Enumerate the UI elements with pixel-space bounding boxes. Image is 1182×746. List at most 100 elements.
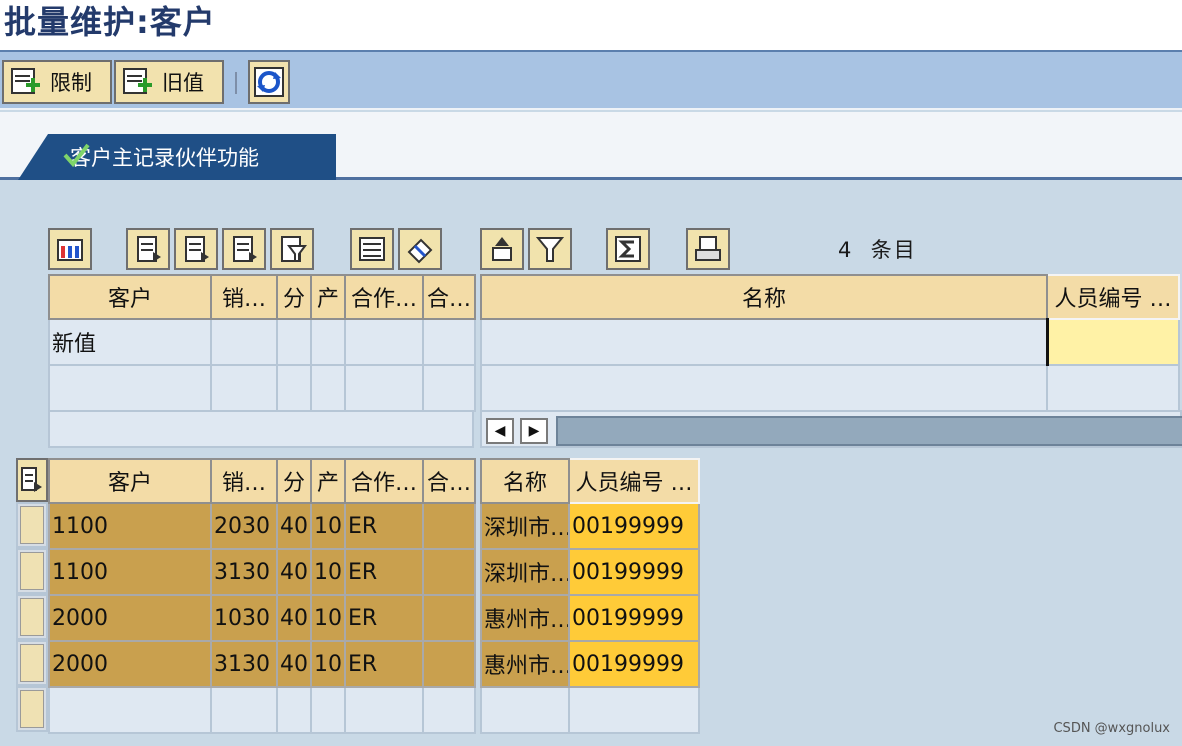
- grid-toolbar-group-2: [126, 228, 314, 270]
- table-row[interactable]: 2000 3130 40 10 ER: [48, 640, 476, 688]
- column-header-product[interactable]: 产: [310, 274, 346, 320]
- filter-button[interactable]: [528, 228, 572, 270]
- watermark: CSDN @wxgnolux: [1053, 721, 1170, 736]
- personnel-no-cell: [568, 686, 700, 734]
- print-icon: [695, 236, 721, 261]
- distribution-cell: 40: [276, 502, 312, 550]
- row-selector[interactable]: [16, 502, 48, 548]
- partner-cell: [422, 502, 476, 550]
- row-selector[interactable]: [16, 594, 48, 640]
- grid-toolbar-group-1: [48, 228, 92, 270]
- column-header-personnel-no[interactable]: 人员编号 …: [1046, 274, 1180, 320]
- column-header-distribution[interactable]: 分: [276, 274, 312, 320]
- row-selector[interactable]: [16, 640, 48, 686]
- personnel-no-input[interactable]: [1045, 318, 1180, 366]
- table-row[interactable]: 深圳市… 00199999: [480, 502, 700, 550]
- tab-partner-functions[interactable]: 客户主记录伙伴功能: [18, 134, 336, 180]
- row-selector[interactable]: [16, 548, 48, 594]
- column-header-name[interactable]: 名称: [480, 458, 570, 504]
- table-row[interactable]: 1100 2030 40 10 ER: [48, 502, 476, 550]
- table-row: 新值: [48, 318, 476, 366]
- partner-function-cell: ER: [344, 548, 424, 596]
- name-cell: 深圳市…: [480, 502, 570, 550]
- grid-cell[interactable]: [344, 364, 424, 412]
- grid-cell[interactable]: [210, 364, 278, 412]
- partner-cell: [422, 548, 476, 596]
- grid-cell[interactable]: [310, 364, 346, 412]
- table-row[interactable]: 惠州市… 00199999: [480, 640, 700, 688]
- product-cell: [310, 686, 346, 734]
- table-row[interactable]: 2000 1030 40 10 ER: [48, 594, 476, 642]
- column-header-personnel-no[interactable]: 人员编号 …: [568, 458, 700, 504]
- sales-org-cell: 3130: [210, 548, 278, 596]
- grid-cell[interactable]: [210, 318, 278, 366]
- sort-ascending-button[interactable]: [480, 228, 524, 270]
- records-grid-left: 客户 销… 分 产 合作… 合… 1100 2030 40 10 ER 1100…: [48, 458, 476, 734]
- row-selector[interactable]: [16, 686, 48, 732]
- grid-cell[interactable]: [422, 364, 476, 412]
- personnel-no-cell: 00199999: [568, 502, 700, 550]
- column-header-sales-org[interactable]: 销…: [210, 458, 278, 504]
- app-toolbar: 限制 旧值: [0, 52, 1182, 110]
- distribution-cell: 40: [276, 594, 312, 642]
- total-button[interactable]: [606, 228, 650, 270]
- grid-cell[interactable]: [1046, 364, 1180, 412]
- old-value-button[interactable]: 旧值: [114, 60, 224, 104]
- details-button[interactable]: [126, 228, 170, 270]
- partner-function-cell: ER: [344, 640, 424, 688]
- select-all-icon: [185, 236, 209, 262]
- grid-cell[interactable]: [344, 318, 424, 366]
- column-header-sales-org[interactable]: 销…: [210, 274, 278, 320]
- scroll-track[interactable]: [556, 416, 1182, 446]
- column-header-partner[interactable]: 合…: [422, 274, 476, 320]
- grid-cell[interactable]: [480, 318, 1048, 366]
- refresh-icon: [254, 67, 284, 97]
- grid-cell[interactable]: [480, 364, 1048, 412]
- distribution-cell: [276, 686, 312, 734]
- column-header-product[interactable]: 产: [310, 458, 346, 504]
- refresh-button[interactable]: [248, 60, 290, 104]
- print-button[interactable]: [686, 228, 730, 270]
- table-row[interactable]: 惠州市… 00199999: [480, 594, 700, 642]
- table-row[interactable]: 1100 3130 40 10 ER: [48, 548, 476, 596]
- table-row[interactable]: [480, 686, 700, 734]
- restrict-label: 限制: [50, 71, 92, 95]
- scroll-left-button[interactable]: ◀: [486, 418, 514, 444]
- new-value-label: 新值: [48, 318, 212, 366]
- table-row[interactable]: 深圳市… 00199999: [480, 548, 700, 596]
- filter-list-icon: [281, 236, 307, 262]
- tab-label: 客户主记录伙伴功能: [70, 146, 259, 170]
- grid-cell[interactable]: [48, 364, 212, 412]
- column-header-partner[interactable]: 合…: [422, 458, 476, 504]
- filter-rows-button[interactable]: [270, 228, 314, 270]
- grid-cell[interactable]: [310, 318, 346, 366]
- scroll-right-button[interactable]: ▶: [520, 418, 548, 444]
- column-header-partner-function[interactable]: 合作…: [344, 458, 424, 504]
- grid-cell[interactable]: [276, 318, 312, 366]
- table-row[interactable]: [48, 686, 476, 734]
- deselect-all-button[interactable]: [222, 228, 266, 270]
- chevron-right-icon: ▶: [528, 423, 540, 439]
- product-cell: 10: [310, 502, 346, 550]
- column-header-customer[interactable]: 客户: [48, 274, 212, 320]
- table-row: [480, 318, 1180, 366]
- personnel-no-cell: 00199999: [568, 594, 700, 642]
- horizontal-scrollbar[interactable]: ◀ ▶: [480, 410, 1182, 448]
- page-title: 批量维护:客户: [4, 3, 216, 41]
- distribution-cell: 40: [276, 640, 312, 688]
- column-header-distribution[interactable]: 分: [276, 458, 312, 504]
- sort-button[interactable]: [350, 228, 394, 270]
- restrict-button[interactable]: 限制: [2, 60, 112, 104]
- column-header-name[interactable]: 名称: [480, 274, 1048, 320]
- grid-cell[interactable]: [422, 318, 476, 366]
- column-header-customer[interactable]: 客户: [48, 458, 212, 504]
- partner-cell: [422, 594, 476, 642]
- grid-cell[interactable]: [276, 364, 312, 412]
- column-select-icon: [57, 239, 83, 261]
- select-columns-button[interactable]: [48, 228, 92, 270]
- select-all-button[interactable]: [174, 228, 218, 270]
- grid-toolbar-group-3: [350, 228, 442, 270]
- column-header-partner-function[interactable]: 合作…: [344, 274, 424, 320]
- undo-button[interactable]: [398, 228, 442, 270]
- select-all-rows-button[interactable]: [16, 458, 48, 502]
